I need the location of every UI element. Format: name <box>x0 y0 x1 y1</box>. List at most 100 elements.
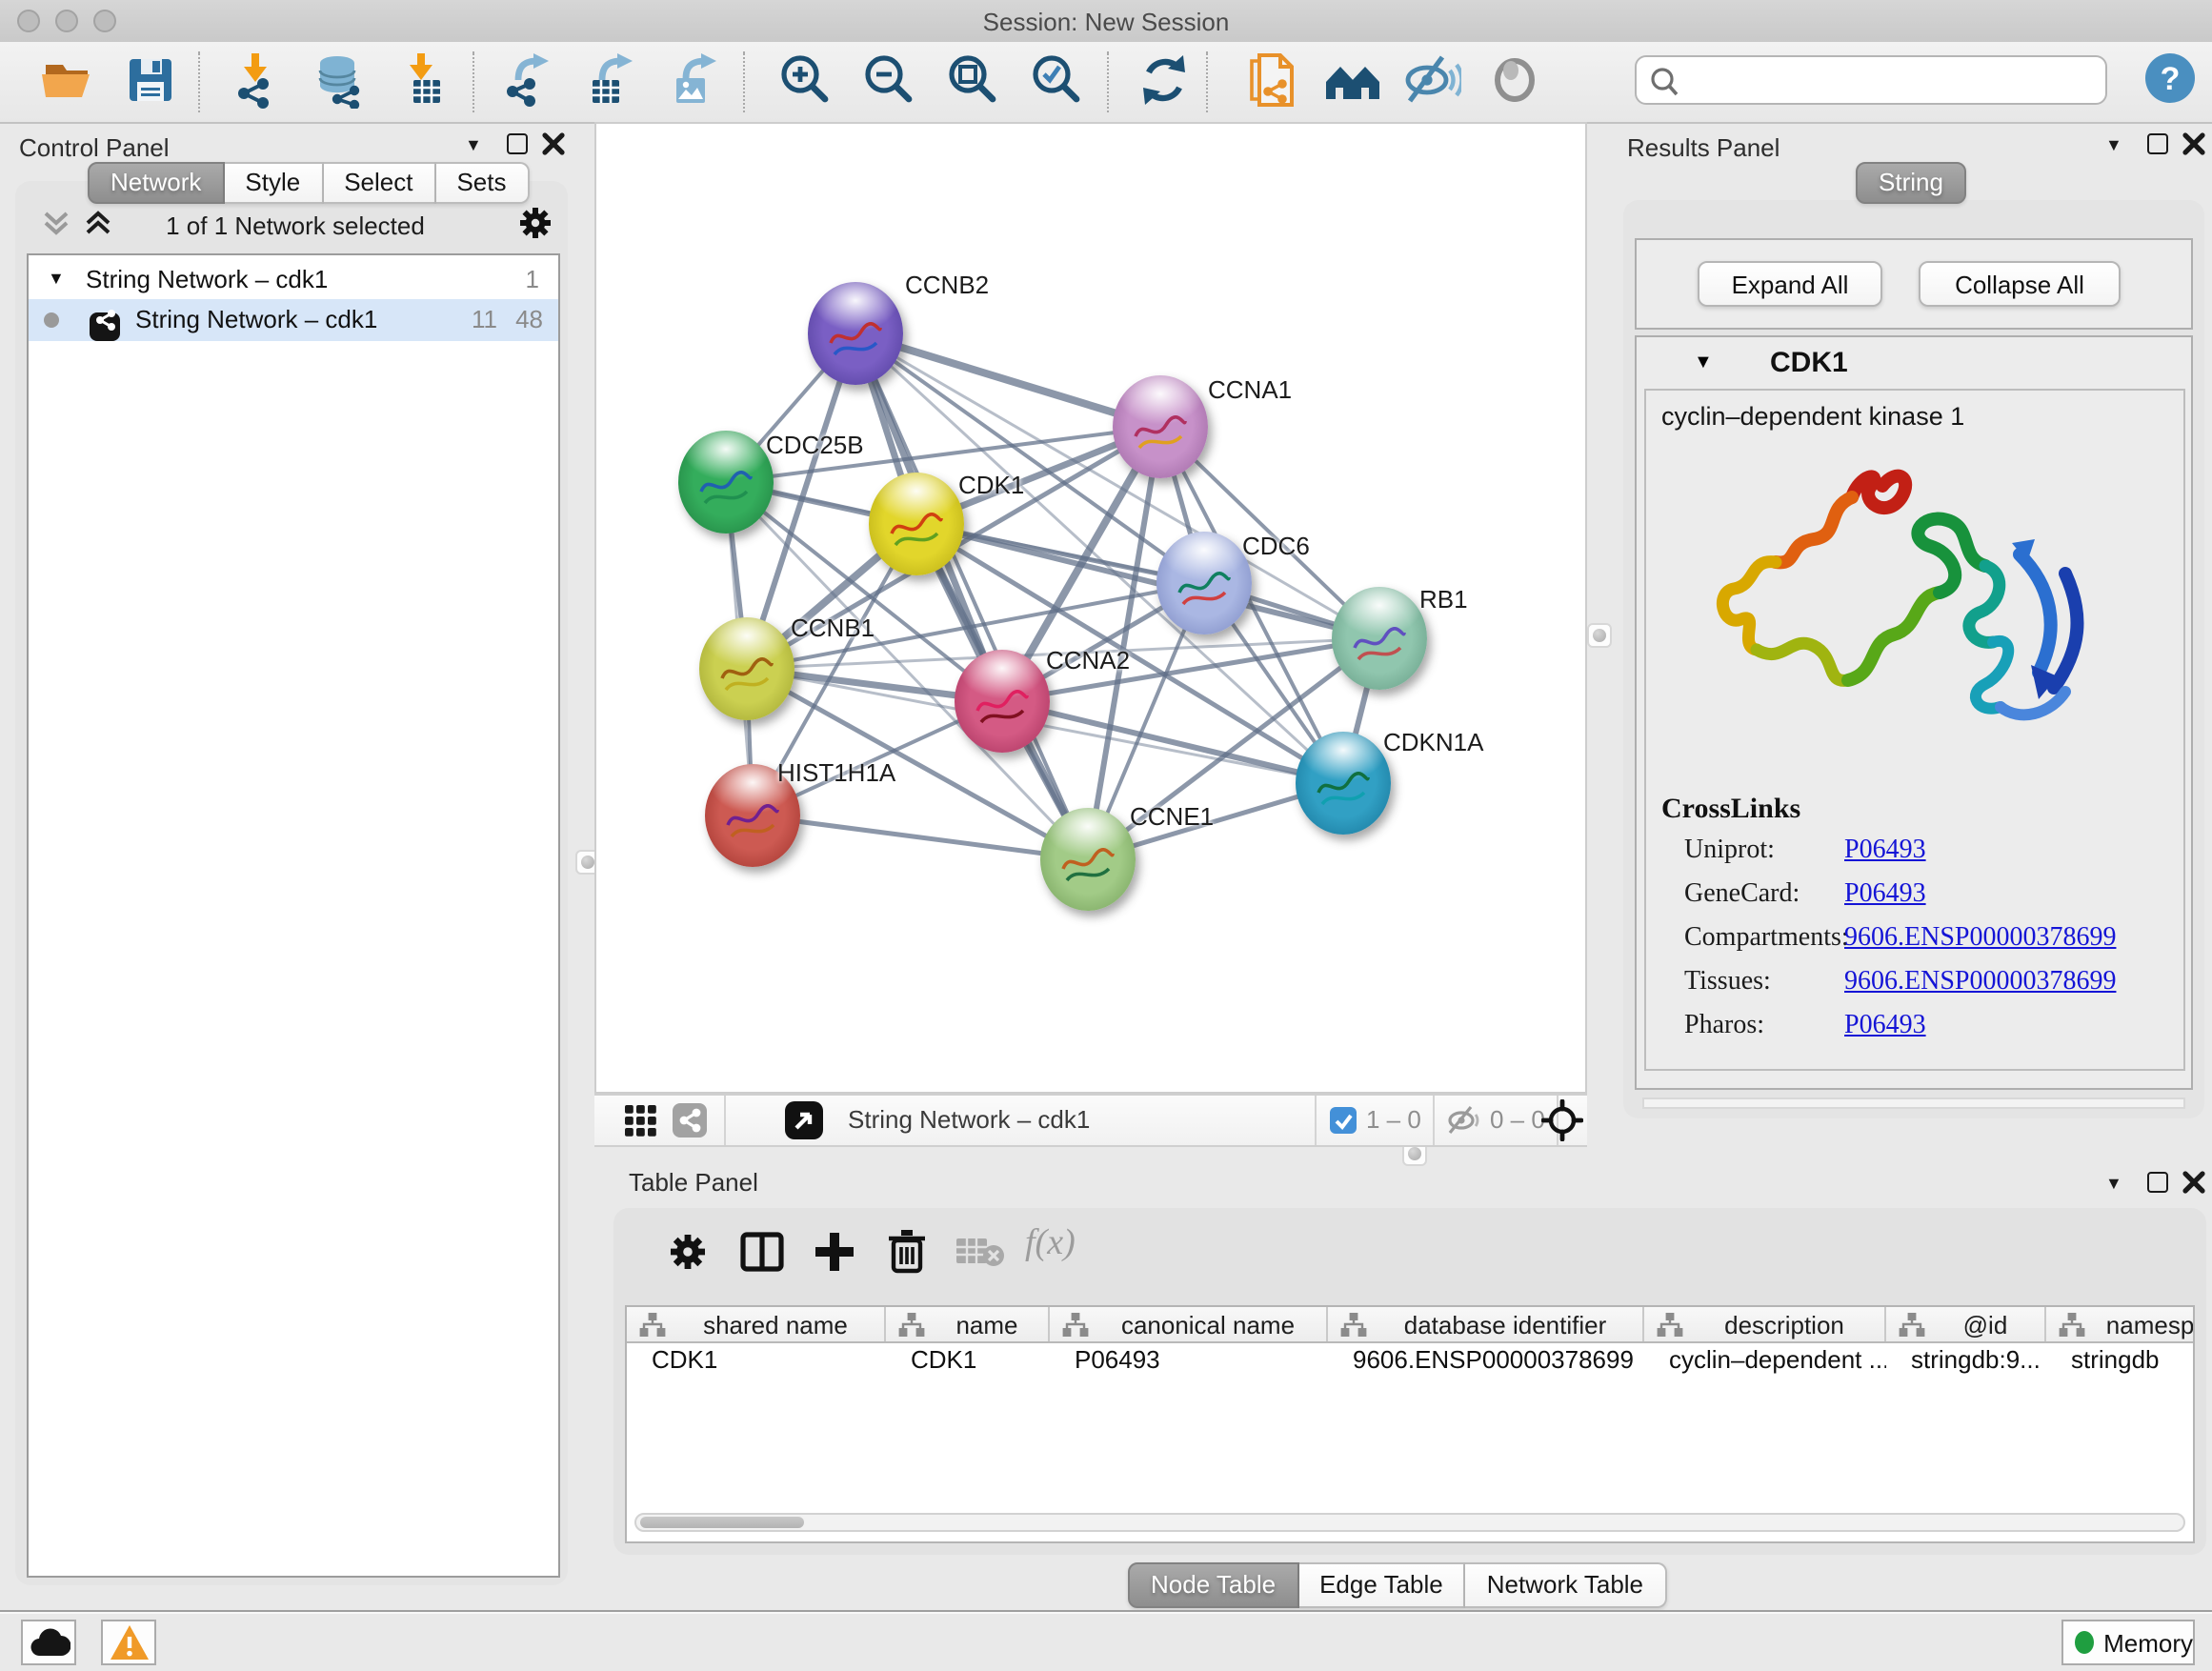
column-header-canonical-name[interactable]: canonical name <box>1050 1307 1328 1341</box>
collapse-all-button[interactable]: Collapse All <box>1919 261 2121 307</box>
tab-sets[interactable]: Sets <box>435 162 529 204</box>
export-table-icon[interactable] <box>583 51 640 109</box>
panel-close-icon[interactable] <box>2182 131 2206 156</box>
table-cell[interactable]: 9606.ENSP00000378699 <box>1328 1343 1644 1378</box>
column-tree-icon <box>638 1312 667 1337</box>
view-share-icon[interactable] <box>673 1103 707 1137</box>
table-settings-gear-icon[interactable] <box>667 1231 709 1273</box>
network-node-ccna1[interactable] <box>1113 375 1208 478</box>
cloud-status-button[interactable] <box>21 1620 76 1665</box>
crosslink-link[interactable]: 9606.ENSP00000378699 <box>1844 968 2116 998</box>
tree-expander-icon[interactable]: ▼ <box>48 269 65 288</box>
title-bar[interactable]: Session: New Session <box>0 0 2212 44</box>
network-edge[interactable] <box>1002 701 1343 783</box>
export-network-icon[interactable] <box>499 51 556 109</box>
table-cell[interactable]: stringdb <box>2046 1343 2195 1378</box>
memory-button[interactable]: Memory <box>2061 1620 2195 1665</box>
table-cell[interactable]: CDK1 <box>627 1343 886 1378</box>
tab-node-table[interactable]: Node Table <box>1128 1562 1298 1608</box>
network-node-ccna2[interactable] <box>955 650 1050 753</box>
panel-collapse-icon[interactable]: ▼ <box>2105 1174 2122 1193</box>
column-header-shared-name[interactable]: shared name <box>627 1307 886 1341</box>
network-row-label: String Network – cdk1 <box>135 305 377 333</box>
network-node-cdc25b[interactable] <box>678 431 774 534</box>
network-canvas[interactable]: CCNB2CCNA1CDC25BCDK1CDC6RB1CCNB1CCNA2CDK… <box>594 122 1587 1094</box>
expand-all-networks-icon[interactable] <box>84 210 112 236</box>
share-session-file-icon[interactable] <box>1242 51 1299 109</box>
collection-count: 1 <box>526 265 539 293</box>
network-node-rb1[interactable] <box>1332 587 1427 690</box>
table-row[interactable]: CDK1CDK1P064939606.ENSP00000378699cyclin… <box>627 1343 2193 1378</box>
panel-collapse-icon[interactable]: ▼ <box>465 135 482 154</box>
column-header--id[interactable]: @id <box>1886 1307 2046 1341</box>
refresh-icon[interactable] <box>1136 51 1193 109</box>
toolbar-search-input[interactable] <box>1635 55 2107 105</box>
crosslink-link[interactable]: P06493 <box>1844 836 1926 867</box>
show-columns-icon[interactable] <box>739 1229 785 1275</box>
zoom-fit-icon[interactable] <box>943 51 1000 109</box>
show-all-icon[interactable] <box>1486 51 1543 109</box>
crosslink-link[interactable]: 9606.ENSP00000378699 <box>1844 924 2116 955</box>
help-icon[interactable]: ? <box>2142 50 2199 107</box>
table-cell[interactable]: cyclin–dependent ... <box>1644 1343 1886 1378</box>
import-table-file-icon[interactable] <box>396 51 453 109</box>
zoom-out-icon[interactable] <box>859 51 916 109</box>
panel-float-icon[interactable] <box>2147 133 2168 154</box>
birds-eye-view-icon[interactable] <box>785 1101 823 1139</box>
import-network-file-icon[interactable] <box>229 51 286 109</box>
tab-network[interactable]: Network <box>88 162 224 204</box>
crosslink-link[interactable]: P06493 <box>1844 1012 1926 1042</box>
network-node-cdc6[interactable] <box>1156 532 1252 634</box>
network-node-cdk1[interactable] <box>869 473 964 575</box>
column-header-namespace[interactable]: namespace <box>2046 1307 2195 1341</box>
tab-select[interactable]: Select <box>323 162 435 204</box>
network-edge[interactable] <box>753 815 1088 859</box>
view-grid-icon[interactable] <box>625 1105 657 1137</box>
tab-string[interactable]: String <box>1856 162 1966 204</box>
zoom-selected-icon[interactable] <box>1027 51 1084 109</box>
fit-selected-crosshair-icon[interactable] <box>1541 1099 1583 1141</box>
panel-float-icon[interactable] <box>507 133 528 154</box>
tab-edge-table[interactable]: Edge Table <box>1298 1562 1466 1608</box>
network-options-gear-icon[interactable] <box>518 206 553 240</box>
network-node-ccne1[interactable] <box>1040 808 1136 911</box>
column-header-description[interactable]: description <box>1644 1307 1886 1341</box>
open-session-icon[interactable] <box>38 51 95 109</box>
column-header-name[interactable]: name <box>886 1307 1050 1341</box>
create-column-icon[interactable] <box>812 1229 857 1275</box>
table-cell[interactable]: stringdb:9... <box>1886 1343 2046 1378</box>
panel-float-icon[interactable] <box>2147 1172 2168 1193</box>
gene-detail-box: cyclin–dependent kinase 1 <box>1644 389 2185 1071</box>
panel-close-icon[interactable] <box>541 131 566 156</box>
hide-selected-icon[interactable] <box>1404 51 1461 109</box>
table-cell[interactable]: CDK1 <box>886 1343 1050 1378</box>
search-field[interactable] <box>1686 61 2094 103</box>
column-header-database-identifier[interactable]: database identifier <box>1328 1307 1644 1341</box>
import-network-database-icon[interactable] <box>312 51 370 109</box>
table-hscrollbar-track[interactable] <box>634 1513 2185 1532</box>
network-row-selected[interactable]: String Network – cdk1 11 48 <box>29 299 558 341</box>
save-session-icon[interactable] <box>122 51 179 109</box>
selected-checkbox-icon[interactable] <box>1330 1107 1357 1134</box>
table-cell[interactable]: P06493 <box>1050 1343 1328 1378</box>
tab-style[interactable]: Style <box>224 162 323 204</box>
zoom-in-icon[interactable] <box>775 51 833 109</box>
string-home-icon[interactable] <box>1324 51 1381 109</box>
warning-status-button[interactable] <box>101 1620 156 1665</box>
network-node-ccnb2[interactable] <box>808 282 903 385</box>
table-hscrollbar-thumb[interactable] <box>640 1517 804 1528</box>
delete-column-trash-icon[interactable] <box>884 1227 930 1275</box>
network-collection-row[interactable]: ▼ String Network – cdk1 1 <box>29 263 558 299</box>
panel-collapse-icon[interactable]: ▼ <box>2105 135 2122 154</box>
panel-close-icon[interactable] <box>2182 1170 2206 1195</box>
right-splitter-handle[interactable] <box>1587 623 1612 648</box>
tab-network-table[interactable]: Network Table <box>1466 1562 1666 1608</box>
gene-section-expander-icon[interactable]: ▼ <box>1694 352 1713 373</box>
network-node-ccnb1[interactable] <box>699 617 794 720</box>
expand-all-button[interactable]: Expand All <box>1698 261 1882 307</box>
network-node-cdkn1a[interactable] <box>1296 732 1391 835</box>
results-scrollbar-track[interactable] <box>1642 1097 2185 1109</box>
crosslink-link[interactable]: P06493 <box>1844 880 1926 911</box>
export-image-icon[interactable] <box>667 51 724 109</box>
collapse-all-networks-icon[interactable] <box>42 210 70 236</box>
